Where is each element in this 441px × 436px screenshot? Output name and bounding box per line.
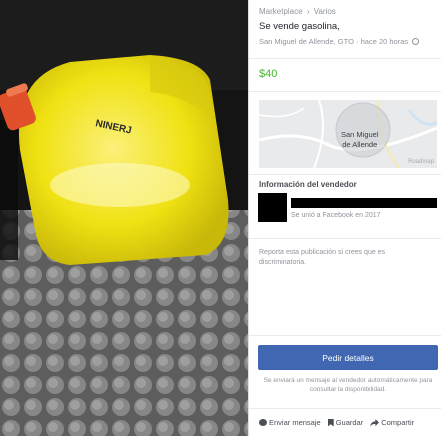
bookmark-icon bbox=[327, 418, 334, 427]
action-bar: Enviar mensaje Guardar Compartir bbox=[259, 418, 441, 427]
messenger-icon bbox=[259, 419, 267, 426]
breadcrumb: Marketplace › Varios bbox=[259, 7, 336, 16]
photo-canvas: NINERJ bbox=[0, 0, 248, 436]
listing-photo[interactable]: NINERJ bbox=[0, 0, 248, 436]
seller-section-title: Información del vendedor bbox=[259, 180, 357, 189]
share-icon bbox=[370, 418, 380, 427]
listing-title: Se vende gasolina, bbox=[259, 21, 340, 32]
seller-joined-date: Se unió a Facebook en 2017 bbox=[291, 212, 381, 219]
save-button[interactable]: Guardar bbox=[327, 418, 364, 427]
location-map[interactable]: San Miguel de Allende Roadmap bbox=[259, 100, 437, 168]
seller-name-redacted[interactable] bbox=[291, 198, 437, 208]
send-message-button[interactable]: Enviar mensaje bbox=[259, 418, 321, 427]
listing-posted-time: hace 20 horas bbox=[360, 37, 409, 46]
divider bbox=[249, 408, 441, 409]
seller-avatar[interactable] bbox=[258, 193, 287, 222]
share-button[interactable]: Compartir bbox=[370, 418, 414, 427]
breadcrumb-category[interactable]: Varios bbox=[314, 7, 336, 16]
divider bbox=[249, 58, 441, 59]
request-details-button[interactable]: Pedir detalles bbox=[258, 345, 438, 370]
request-details-note: Se enviará un mensaje al vendedor automá… bbox=[263, 377, 433, 393]
listing-details-panel: Marketplace › Varios Se vende gasolina, … bbox=[248, 0, 441, 436]
breadcrumb-separator: › bbox=[306, 7, 310, 16]
listing-location[interactable]: San Miguel de Allende, GTO bbox=[259, 37, 354, 46]
share-label: Compartir bbox=[381, 418, 415, 427]
breadcrumb-marketplace[interactable]: Marketplace bbox=[259, 7, 303, 16]
listing-meta: San Miguel de Allende, GTO · hace 20 hor… bbox=[259, 37, 439, 46]
map-credit: Roadmap bbox=[407, 159, 434, 165]
meta-separator: · bbox=[356, 37, 359, 46]
divider bbox=[249, 91, 441, 92]
listing-price: $40 bbox=[259, 68, 278, 80]
report-link[interactable]: Reporta esta publicación si crees que es… bbox=[259, 248, 431, 268]
map-label-line1: San Miguel bbox=[341, 130, 379, 139]
globe-icon bbox=[412, 38, 420, 45]
send-message-label: Enviar mensaje bbox=[269, 418, 321, 427]
map-city-label: San Miguel de Allende bbox=[341, 130, 379, 150]
save-label: Guardar bbox=[335, 418, 364, 427]
divider bbox=[249, 174, 441, 175]
divider bbox=[249, 335, 441, 336]
divider bbox=[249, 238, 441, 239]
map-label-line2: de Allende bbox=[342, 140, 378, 149]
